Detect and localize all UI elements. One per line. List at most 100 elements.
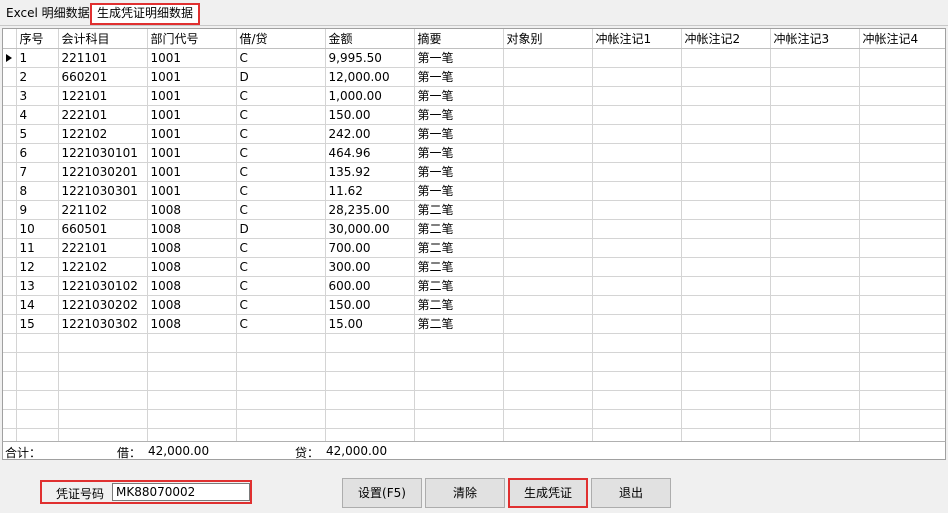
- cell-amount[interactable]: 700.00: [325, 238, 415, 258]
- cell-no[interactable]: 13: [16, 276, 59, 296]
- cell-extra[interactable]: [859, 162, 945, 182]
- cell-dc[interactable]: C: [236, 257, 326, 277]
- cell-dept[interactable]: 1001: [147, 181, 237, 201]
- cell-account[interactable]: 122102: [58, 124, 148, 144]
- row-indicator[interactable]: [3, 352, 17, 372]
- cell-extra[interactable]: [681, 143, 771, 163]
- cell-amount[interactable]: 135.92: [325, 162, 415, 182]
- cell-amount[interactable]: 1,000.00: [325, 86, 415, 106]
- cell-extra[interactable]: [859, 200, 945, 220]
- cell-extra[interactable]: [770, 200, 860, 220]
- cell-extra[interactable]: [859, 124, 945, 144]
- row-indicator[interactable]: [3, 67, 17, 87]
- cell-amount[interactable]: [325, 333, 415, 353]
- cell-amount[interactable]: [325, 371, 415, 391]
- cell-extra[interactable]: [503, 295, 593, 315]
- cell-summary[interactable]: 第二笔: [414, 314, 504, 334]
- cell-account[interactable]: 1221030201: [58, 162, 148, 182]
- cell-dc[interactable]: C: [236, 86, 326, 106]
- cell-extra[interactable]: [592, 371, 682, 391]
- cell-dc[interactable]: C: [236, 143, 326, 163]
- cell-no[interactable]: 12: [16, 257, 59, 277]
- cell-account[interactable]: [58, 409, 148, 429]
- cell-extra[interactable]: [681, 238, 771, 258]
- cell-no[interactable]: [16, 390, 59, 410]
- table-row[interactable]: 4 222101 1001 C 150.00 第一笔: [3, 105, 945, 125]
- cell-summary[interactable]: [414, 390, 504, 410]
- cell-extra[interactable]: [859, 238, 945, 258]
- cell-extra[interactable]: [503, 181, 593, 201]
- row-indicator[interactable]: [3, 390, 17, 410]
- table-row[interactable]: 7 1221030201 1001 C 135.92 第一笔: [3, 162, 945, 182]
- cell-account[interactable]: 1221030101: [58, 143, 148, 163]
- cell-dept[interactable]: 1001: [147, 143, 237, 163]
- exit-button[interactable]: 退出: [591, 478, 671, 508]
- cell-extra[interactable]: [770, 143, 860, 163]
- col-header-note3[interactable]: 冲帐注记3: [770, 29, 860, 49]
- cell-amount[interactable]: 600.00: [325, 276, 415, 296]
- row-indicator[interactable]: [3, 200, 17, 220]
- cell-no[interactable]: [16, 371, 59, 391]
- cell-extra[interactable]: [681, 86, 771, 106]
- cell-account[interactable]: [58, 371, 148, 391]
- cell-extra[interactable]: [681, 181, 771, 201]
- col-header-note2[interactable]: 冲帐注记2: [681, 29, 771, 49]
- table-row[interactable]: [3, 371, 945, 391]
- cell-extra[interactable]: [770, 371, 860, 391]
- cell-dept[interactable]: 1008: [147, 295, 237, 315]
- cell-extra[interactable]: [859, 143, 945, 163]
- cell-dc[interactable]: C: [236, 314, 326, 334]
- row-indicator[interactable]: [3, 162, 17, 182]
- cell-amount[interactable]: 28,235.00: [325, 200, 415, 220]
- cell-summary[interactable]: 第二笔: [414, 238, 504, 258]
- tab-voucher-detail[interactable]: 生成凭证明细数据: [90, 3, 200, 25]
- cell-amount[interactable]: 11.62: [325, 181, 415, 201]
- table-row[interactable]: 1 221101 1001 C 9,995.50 第一笔: [3, 48, 945, 68]
- cell-no[interactable]: 15: [16, 314, 59, 334]
- cell-summary[interactable]: 第一笔: [414, 105, 504, 125]
- table-row[interactable]: [3, 333, 945, 353]
- cell-dc[interactable]: [236, 390, 326, 410]
- cell-extra[interactable]: [681, 162, 771, 182]
- row-indicator[interactable]: [3, 143, 17, 163]
- col-header-account[interactable]: 会计科目: [58, 29, 148, 49]
- cell-extra[interactable]: [592, 295, 682, 315]
- cell-summary[interactable]: 第二笔: [414, 200, 504, 220]
- cell-dept[interactable]: [147, 390, 237, 410]
- cell-amount[interactable]: 9,995.50: [325, 48, 415, 68]
- cell-no[interactable]: [16, 352, 59, 372]
- cell-account[interactable]: 122102: [58, 257, 148, 277]
- cell-extra[interactable]: [503, 124, 593, 144]
- cell-extra[interactable]: [503, 409, 593, 429]
- cell-dept[interactable]: 1008: [147, 200, 237, 220]
- cell-extra[interactable]: [592, 124, 682, 144]
- cell-extra[interactable]: [681, 124, 771, 144]
- cell-account[interactable]: 1221030102: [58, 276, 148, 296]
- cell-extra[interactable]: [770, 257, 860, 277]
- cell-amount[interactable]: 150.00: [325, 105, 415, 125]
- table-row[interactable]: 14 1221030202 1008 C 150.00 第二笔: [3, 295, 945, 315]
- cell-extra[interactable]: [770, 105, 860, 125]
- cell-dept[interactable]: 1008: [147, 219, 237, 239]
- col-header-amount[interactable]: 金额: [325, 29, 415, 49]
- col-header-dept[interactable]: 部门代号: [147, 29, 237, 49]
- cell-account[interactable]: 222101: [58, 105, 148, 125]
- cell-extra[interactable]: [859, 276, 945, 296]
- cell-extra[interactable]: [681, 295, 771, 315]
- cell-extra[interactable]: [592, 390, 682, 410]
- cell-extra[interactable]: [770, 276, 860, 296]
- col-header-dc[interactable]: 借/贷: [236, 29, 326, 49]
- cell-dept[interactable]: 1001: [147, 105, 237, 125]
- cell-extra[interactable]: [859, 257, 945, 277]
- row-indicator[interactable]: [3, 409, 17, 429]
- cell-account[interactable]: 660501: [58, 219, 148, 239]
- cell-account[interactable]: 221101: [58, 48, 148, 68]
- cell-dept[interactable]: [147, 352, 237, 372]
- cell-extra[interactable]: [681, 314, 771, 334]
- cell-extra[interactable]: [503, 86, 593, 106]
- cell-no[interactable]: 8: [16, 181, 59, 201]
- cell-extra[interactable]: [859, 333, 945, 353]
- cell-dept[interactable]: 1008: [147, 314, 237, 334]
- cell-dc[interactable]: C: [236, 238, 326, 258]
- cell-summary[interactable]: [414, 409, 504, 429]
